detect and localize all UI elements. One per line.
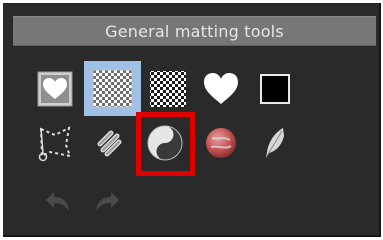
heart-frame-tool[interactable]	[32, 66, 78, 112]
red-sphere-tool[interactable]	[198, 120, 244, 166]
red-sphere-icon	[206, 128, 236, 158]
white-heart-icon	[204, 73, 238, 104]
heart-frame-icon	[37, 71, 73, 107]
lasso-selection-tool[interactable]	[32, 120, 78, 166]
chain-link-icon	[97, 130, 122, 157]
chain-link-tool[interactable]	[86, 120, 132, 166]
panel-title: General matting tools	[105, 21, 284, 41]
undo-icon	[46, 192, 69, 211]
yin-yang-icon	[147, 125, 183, 161]
black-square-tool[interactable]	[252, 66, 298, 112]
redo-icon	[96, 192, 119, 211]
yin-yang-tool[interactable]	[142, 120, 188, 166]
redo-button[interactable]	[86, 177, 132, 223]
undo-button[interactable]	[33, 177, 79, 223]
black-square-icon	[260, 74, 290, 104]
transparency-grid-icon	[92, 69, 133, 108]
checkerboard-icon	[150, 71, 186, 107]
feather-tool[interactable]	[252, 120, 298, 166]
lasso-selection-icon	[38, 126, 72, 162]
white-heart-tool[interactable]	[198, 66, 244, 112]
transparency-grid-tool[interactable]	[84, 61, 141, 116]
checkerboard-tool[interactable]	[145, 66, 191, 112]
panel-title-bar: General matting tools	[13, 16, 376, 46]
feather-icon	[266, 128, 284, 158]
